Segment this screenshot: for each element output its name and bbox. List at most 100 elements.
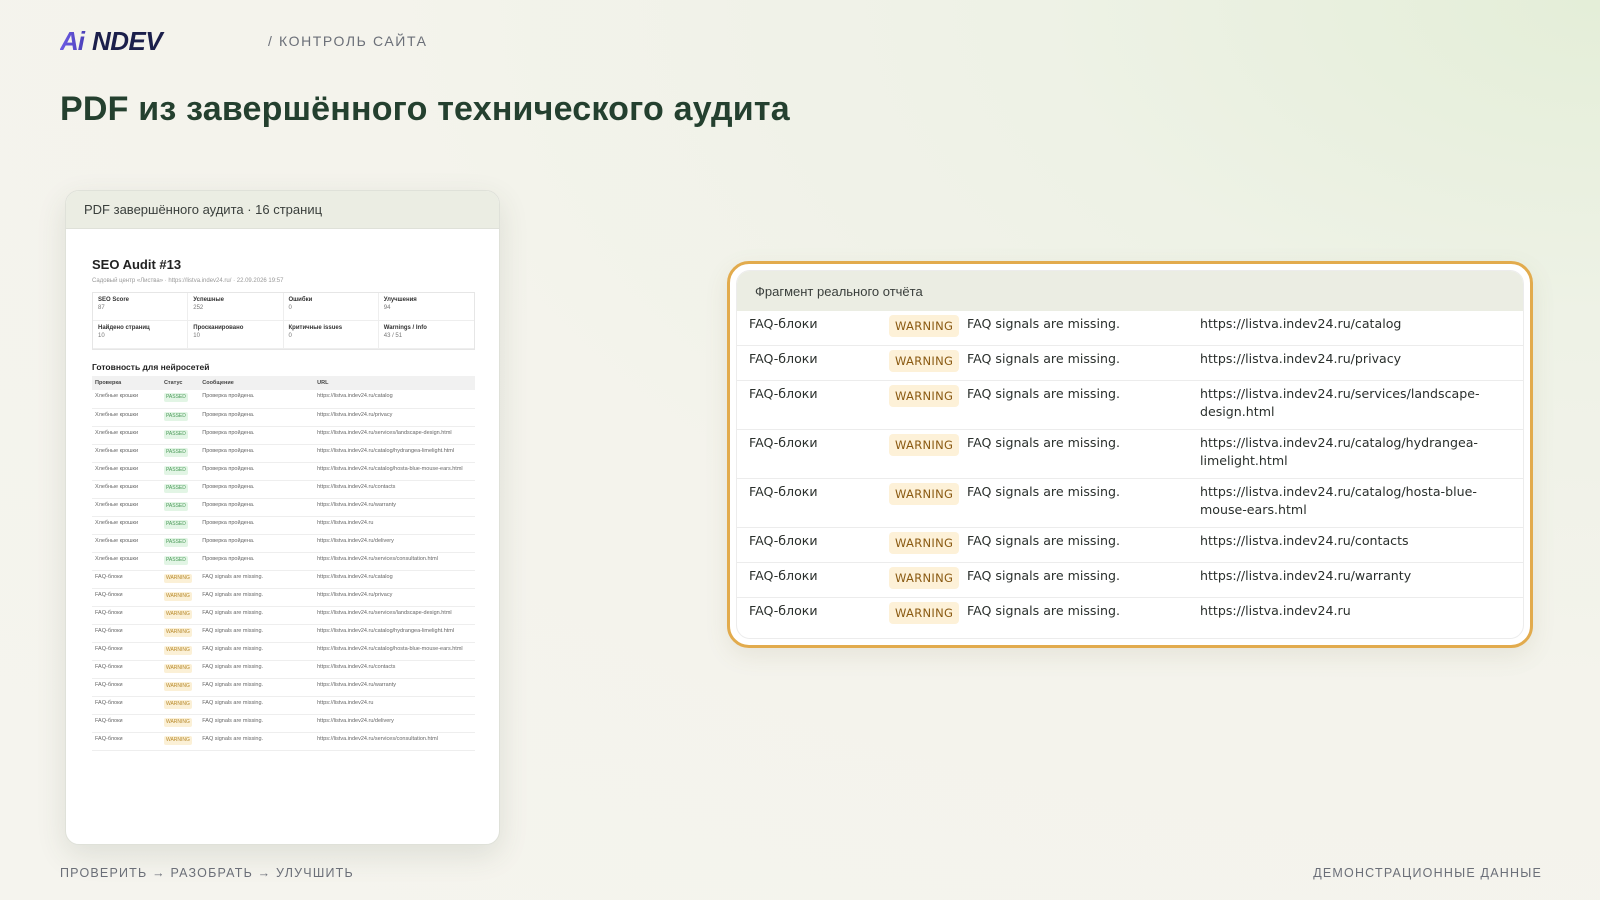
fragment-table: FAQ-блоки WARNING FAQ signals are missing.… xyxy=(737,311,1523,632)
header-subtitle: / КОНТРОЛЬ САЙТА xyxy=(268,33,428,49)
pdf-page: SEO Audit #13 Садовый центр «Листва» · h… xyxy=(66,229,499,751)
fragment-status-cell: WARNING xyxy=(877,478,960,528)
pdf-check-cell: FAQ-блоки xyxy=(92,642,161,661)
pdf-message-cell: FAQ signals are missing. xyxy=(199,660,315,679)
pdf-url-cell: https://listva.indev24.ru/catalog xyxy=(314,570,475,589)
status-badge: PASSED xyxy=(163,555,188,565)
pdf-url-cell: https://listva.indev24.ru/catalog/hosta-… xyxy=(314,462,475,481)
pdf-check-cell: Хлебные крошки xyxy=(92,462,161,481)
status-badge: PASSED xyxy=(163,501,188,511)
fragment-status-cell: WARNING xyxy=(877,380,960,430)
pdf-url-cell: https://listva.indev24.ru/services/lands… xyxy=(314,426,475,445)
pdf-check-cell: FAQ-блоки xyxy=(92,570,161,589)
pdf-column-header: Статус xyxy=(160,376,200,390)
pdf-table-row: Хлебные крошки PASSED Проверка пройдена. ht… xyxy=(92,426,475,445)
pdf-url-cell: https://listva.indev24.ru/privacy xyxy=(314,408,475,427)
pdf-message-cell: Проверка пройдена. xyxy=(199,480,315,499)
fragment-message-cell: FAQ signals are missing. xyxy=(955,345,1188,381)
status-badge: PASSED xyxy=(163,483,188,493)
fragment-row: FAQ-блоки WARNING FAQ signals are missing.… xyxy=(737,380,1523,430)
report-fragment-card: Фрагмент реального отчёта FAQ-блоки WARNI… xyxy=(727,261,1533,648)
pdf-stat-label: Просканировано xyxy=(193,325,244,331)
pdf-message-cell: FAQ signals are missing. xyxy=(199,678,315,697)
pdf-check-cell: FAQ-блоки xyxy=(92,696,161,715)
warning-badge: WARNING xyxy=(889,567,960,589)
pdf-stat-label: Ошибки xyxy=(288,297,313,303)
pdf-message-cell: FAQ signals are missing. xyxy=(199,696,315,715)
pdf-card-header: PDF завершённого аудита · 16 страниц xyxy=(66,191,499,229)
status-badge: PASSED xyxy=(163,429,188,439)
pdf-check-cell: FAQ-блоки xyxy=(92,624,161,643)
pdf-url-cell: https://listva.indev24.ru xyxy=(314,516,475,535)
pdf-stat-label: Warnings / Info xyxy=(383,325,427,331)
fragment-url-cell[interactable]: https://listva.indev24.ru/privacy xyxy=(1188,345,1523,381)
pdf-url-cell: https://listva.indev24.ru/catalog xyxy=(314,390,475,409)
pdf-table-row: Хлебные крошки PASSED Проверка пройдена. ht… xyxy=(92,444,475,463)
fragment-inner: Фрагмент реального отчёта FAQ-блоки WARNI… xyxy=(736,270,1524,639)
pdf-message-cell: FAQ signals are missing. xyxy=(199,624,315,643)
pdf-stat: SEO Score 87 xyxy=(93,293,189,321)
pdf-table-row: FAQ-блоки WARNING FAQ signals are missing.… xyxy=(92,606,475,625)
pdf-table-row: FAQ-блоки WARNING FAQ signals are missing.… xyxy=(92,642,475,661)
pdf-check-cell: Хлебные крошки xyxy=(92,426,161,445)
fragment-url-cell[interactable]: https://listva.indev24.ru/catalog/hydran… xyxy=(1188,429,1523,479)
pdf-column-header: Сообщение xyxy=(199,376,315,390)
status-badge: PASSED xyxy=(163,519,188,529)
pdf-status-cell: WARNING xyxy=(160,588,200,607)
pdf-table-row: Хлебные крошки PASSED Проверка пройдена. ht… xyxy=(92,390,475,409)
fragment-check-cell: FAQ-блоки xyxy=(737,562,877,598)
pdf-status-cell: PASSED xyxy=(160,480,200,499)
pdf-stat-label: Улучшения xyxy=(383,297,417,303)
fragment-url-cell[interactable]: https://listva.indev24.ru/warranty xyxy=(1188,562,1523,598)
pdf-message-cell: Проверка пройдена. xyxy=(199,408,315,427)
pdf-check-cell: FAQ-блоки xyxy=(92,714,161,733)
pdf-column-header: Проверка xyxy=(92,376,161,390)
pdf-check-cell: Хлебные крошки xyxy=(92,480,161,499)
pdf-status-cell: WARNING xyxy=(160,696,200,715)
pdf-check-cell: Хлебные крошки xyxy=(92,534,161,553)
pdf-status-cell: WARNING xyxy=(160,732,200,751)
fragment-url-cell[interactable]: https://listva.indev24.ru/services/lands… xyxy=(1188,380,1523,430)
pdf-status-cell: PASSED xyxy=(160,516,200,535)
fragment-status-cell: WARNING xyxy=(877,562,960,598)
pdf-stat-label: Критичные issues xyxy=(288,325,343,331)
pdf-stat: Критичные issues 0 xyxy=(283,321,379,349)
pdf-stat: Найдено страниц 10 xyxy=(93,321,189,349)
pdf-message-cell: Проверка пройдена. xyxy=(199,516,315,535)
fragment-row: FAQ-блоки WARNING FAQ signals are missing.… xyxy=(737,429,1523,479)
pdf-section-title: Готовность для нейросетей xyxy=(92,362,210,372)
pdf-check-cell: FAQ-блоки xyxy=(92,606,161,625)
status-badge: WARNING xyxy=(163,681,192,691)
pdf-stats-grid: SEO Score 87 Успешные 252 Ошибки 0 Улучшения 94… xyxy=(92,292,475,350)
pdf-status-cell: PASSED xyxy=(160,408,200,427)
pdf-stat: Улучшения 94 xyxy=(378,293,474,321)
status-badge: WARNING xyxy=(163,717,192,727)
fragment-url-cell[interactable]: https://listva.indev24.ru xyxy=(1188,598,1523,633)
fragment-url-cell[interactable]: https://listva.indev24.ru/catalog xyxy=(1188,311,1523,346)
pdf-url-cell: https://listva.indev24.ru/delivery xyxy=(314,534,475,553)
fragment-header: Фрагмент реального отчёта xyxy=(737,271,1523,311)
fragment-status-cell: WARNING xyxy=(877,429,960,479)
pdf-url-cell: https://listva.indev24.ru/services/consu… xyxy=(314,552,475,571)
pdf-table-row: FAQ-блоки WARNING FAQ signals are missing.… xyxy=(92,588,475,607)
pdf-url-cell: https://listva.indev24.ru/catalog/hydran… xyxy=(314,444,475,463)
pdf-check-cell: Хлебные крошки xyxy=(92,408,161,427)
pdf-message-cell: Проверка пройдена. xyxy=(199,426,315,445)
pdf-message-cell: Проверка пройдена. xyxy=(199,498,315,517)
pdf-status-cell: PASSED xyxy=(160,444,200,463)
pdf-preview-card[interactable]: PDF завершённого аудита · 16 страниц SEO… xyxy=(65,190,500,845)
pdf-doc-title: SEO Audit #13 xyxy=(92,257,182,272)
fragment-row: FAQ-блоки WARNING FAQ signals are missing.… xyxy=(737,598,1523,633)
fragment-url-cell[interactable]: https://listva.indev24.ru/catalog/hosta-… xyxy=(1188,478,1523,528)
pdf-stat-value: 43 / 51 xyxy=(383,333,403,339)
fragment-url-cell[interactable]: https://listva.indev24.ru/contacts xyxy=(1188,527,1523,563)
fragment-row: FAQ-блоки WARNING FAQ signals are missing.… xyxy=(737,311,1523,346)
pdf-message-cell: FAQ signals are missing. xyxy=(199,714,315,733)
pdf-message-cell: Проверка пройдена. xyxy=(199,462,315,481)
pdf-message-cell: Проверка пройдена. xyxy=(199,390,315,409)
aindev-logo: Ai NDEV xyxy=(60,28,166,54)
pdf-url-cell: https://listva.indev24.ru/warranty xyxy=(314,498,475,517)
pdf-message-cell: Проверка пройдена. xyxy=(199,534,315,553)
pdf-url-cell: https://listva.indev24.ru/services/lands… xyxy=(314,606,475,625)
pdf-table-row: Хлебные крошки PASSED Проверка пройдена. ht… xyxy=(92,516,475,535)
